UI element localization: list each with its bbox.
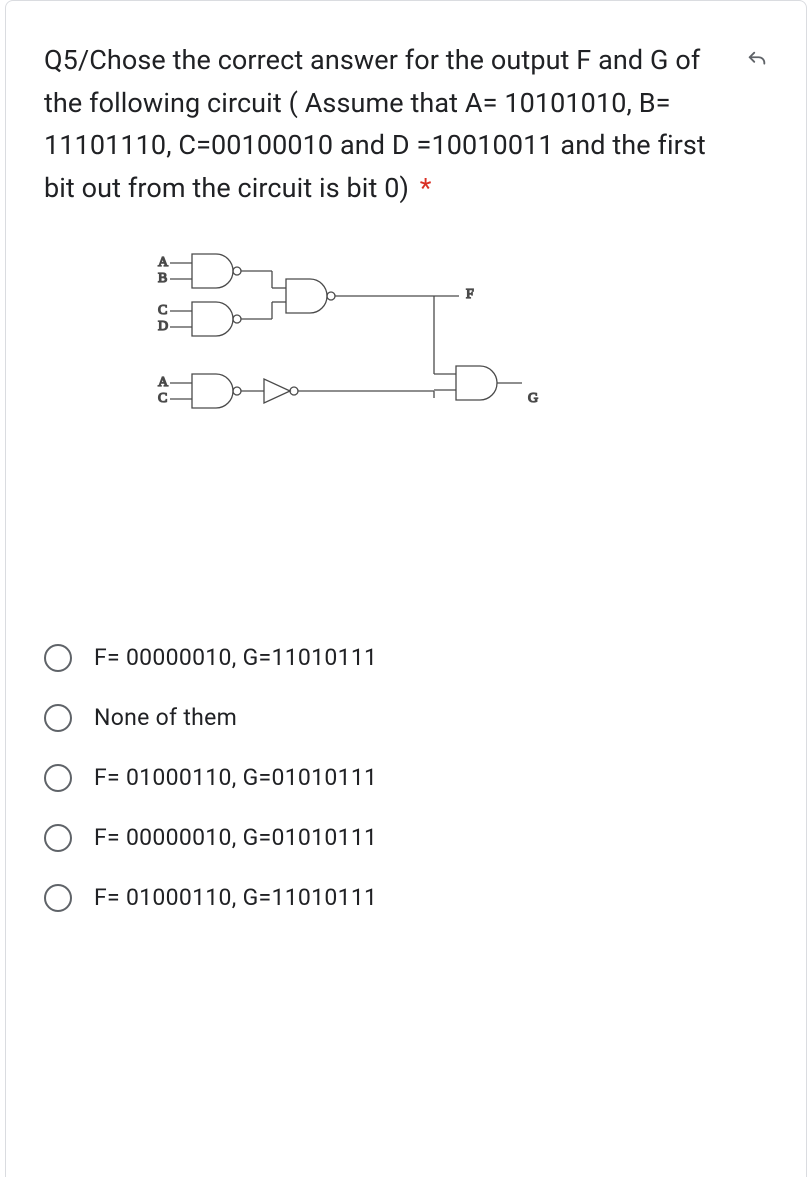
label-a: A [158,255,169,270]
question-body: Q5/Chose the correct answer for the outp… [44,44,706,204]
radio-icon [44,644,72,672]
question-card: Q5/Chose the correct answer for the outp… [5,0,807,1177]
option-label: None of them [94,704,237,731]
label-c: C [158,303,167,318]
radio-icon [44,824,72,852]
option-label: F= 01000110, G=01010111 [94,764,377,791]
option-4[interactable]: F= 01000110, G=11010111 [44,884,768,912]
required-marker: * [420,172,432,204]
options-group: F= 00000010, G=11010111 None of them F= … [44,644,768,912]
question-row: Q5/Chose the correct answer for the outp… [44,39,768,210]
option-2[interactable]: F= 01000110, G=01010111 [44,764,768,792]
radio-icon [44,884,72,912]
radio-icon [44,764,72,792]
option-label: F= 01000110, G=11010111 [94,884,377,911]
radio-icon [44,704,72,732]
label-b: B [158,271,167,286]
label-f: F [466,287,474,302]
label-a2: A [158,375,169,390]
option-3[interactable]: F= 00000010, G=01010111 [44,824,768,852]
label-d: D [158,319,168,334]
circuit-diagram: A B C D F A C [114,246,574,456]
option-label: F= 00000010, G=11010111 [94,644,377,671]
option-0[interactable]: F= 00000010, G=11010111 [44,644,768,672]
label-c2: C [158,391,167,406]
question-text: Q5/Chose the correct answer for the outp… [44,39,722,210]
option-1[interactable]: None of them [44,704,768,732]
label-g: G [528,391,538,406]
undo-icon[interactable] [746,49,768,77]
option-label: F= 00000010, G=01010111 [94,824,377,851]
